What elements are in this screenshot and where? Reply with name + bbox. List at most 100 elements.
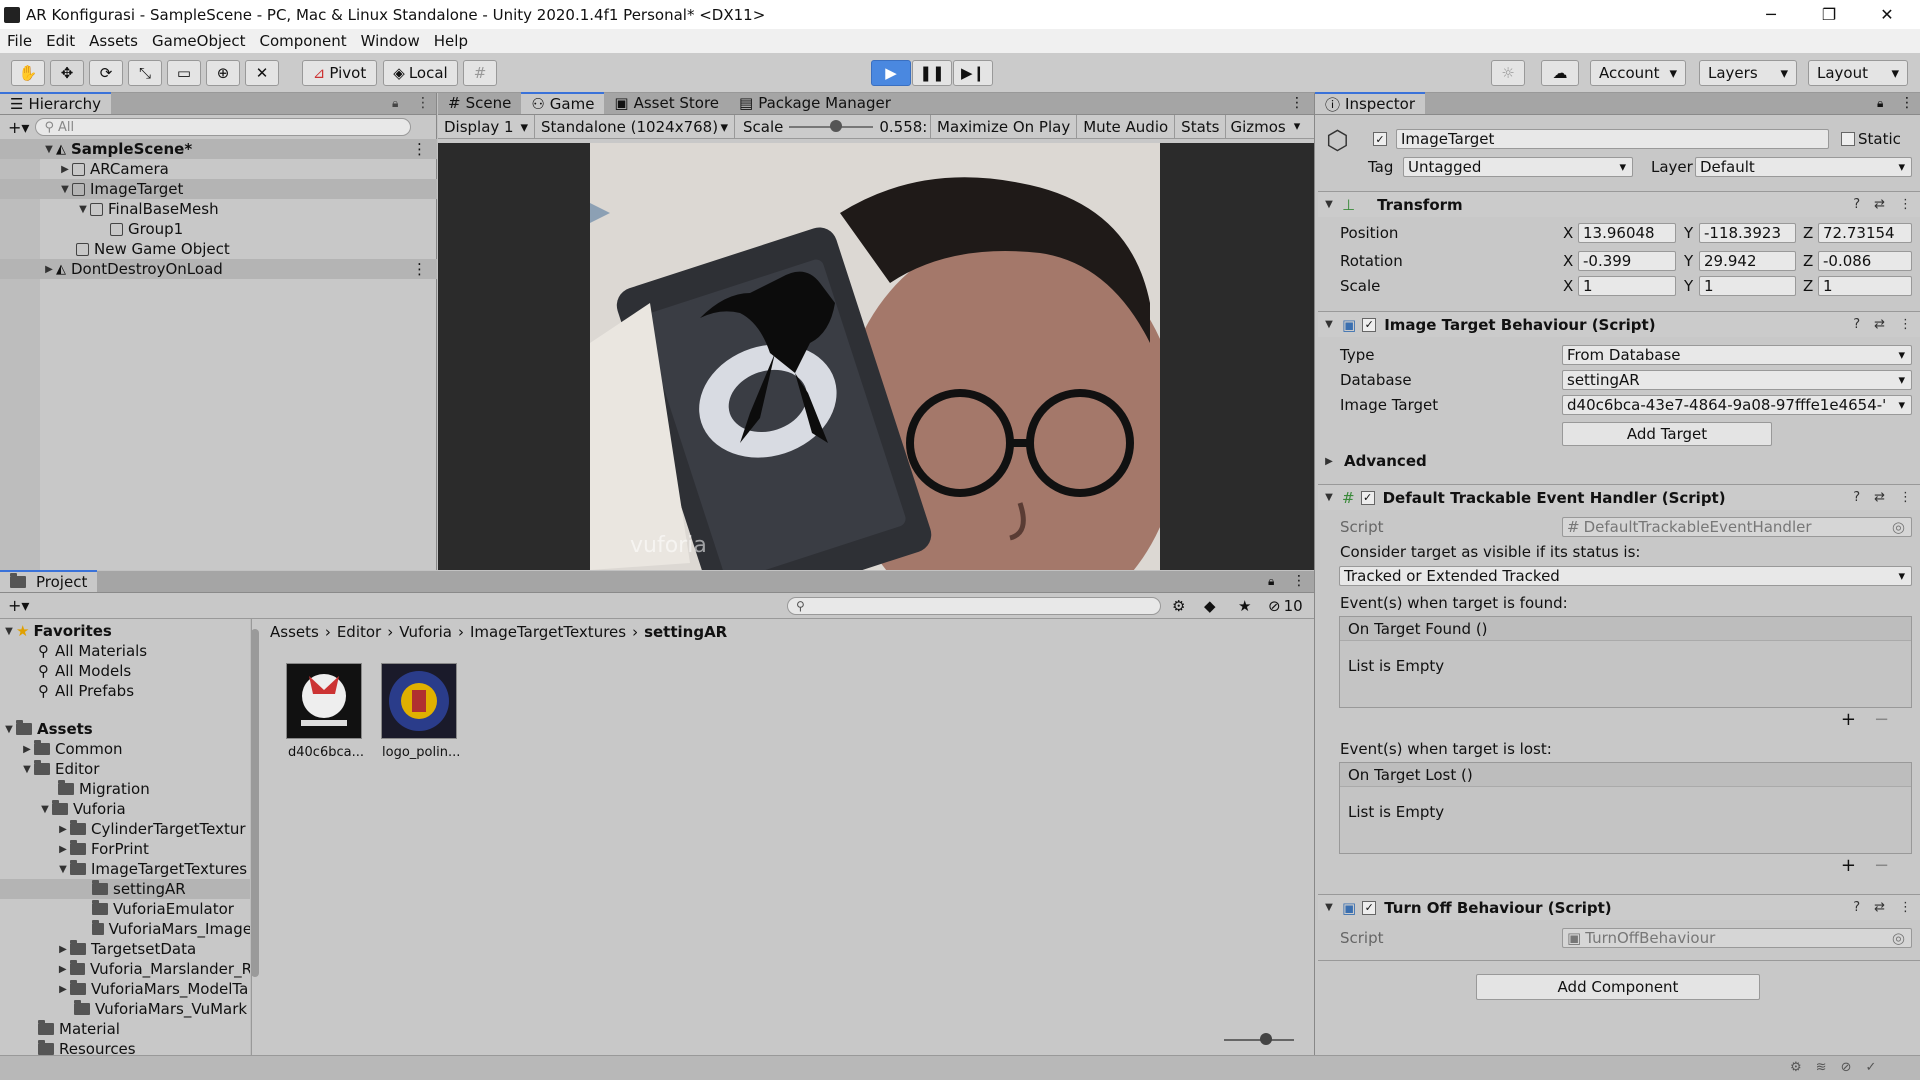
component-enabled-checkbox[interactable]: ✓ [1360,490,1375,505]
menu-assets[interactable]: Assets [82,32,145,50]
add-component-button[interactable]: Add Component [1476,974,1760,1000]
trackable-event-handler-header[interactable]: ▼ # ✓ Default Trackable Event Handler (S… [1318,484,1920,510]
target-picker-icon[interactable]: ◎ [1892,929,1905,947]
tree-row-all-materials[interactable]: ⚲ All Materials [0,641,251,661]
tree-row-all-prefabs[interactable]: ⚲ All Prefabs [0,681,251,701]
menu-component[interactable]: Component [253,32,354,50]
layer-dropdown[interactable]: Default [1695,157,1912,177]
component-enabled-checkbox[interactable]: ✓ [1362,317,1377,332]
tree-row-cylindertargettextures[interactable]: ▶ CylinderTargetTextur [0,819,251,839]
tab-package-manager[interactable]: ▤ Package Manager [729,92,901,114]
position-x-field[interactable]: 13.96048 [1578,223,1676,243]
image-target-dropdown[interactable]: d40c6bca-43e7-4864-9a08-97fffe1e4654-' [1562,395,1912,415]
position-z-field[interactable]: 72.73154 [1818,223,1912,243]
component-enabled-checkbox[interactable]: ✓ [1362,900,1377,915]
file-thumbnail[interactable] [286,663,362,739]
menu-window[interactable]: Window [354,32,427,50]
local-toggle[interactable]: ◈ Local [383,60,458,86]
type-dropdown[interactable]: From Database [1562,345,1912,365]
rotate-tool-icon[interactable]: ⟳ [89,60,123,86]
search-by-type-icon[interactable]: ⚙ [1172,597,1185,615]
mute-icon[interactable]: ⊘ [1841,1060,1852,1075]
more-options-icon[interactable]: ⋮ [412,140,427,158]
grid-snap-icon[interactable]: # [463,60,497,86]
tree-row-group1[interactable]: Group1 [0,219,437,239]
lock-icon[interactable]: 🔒︎ [1877,96,1883,111]
menu-help[interactable]: Help [427,32,475,50]
tree-row-vuforia[interactable]: ▼ Vuforia [0,799,251,819]
tree-row-resources[interactable]: Resources [0,1039,251,1055]
preset-icon[interactable]: ⇄ [1874,197,1885,212]
scale-z-field[interactable]: 1 [1818,276,1912,296]
add-target-button[interactable]: Add Target [1562,422,1772,446]
search-by-label-icon[interactable]: ◆ [1204,597,1216,615]
scale-y-field[interactable]: 1 [1699,276,1796,296]
more-options-icon[interactable]: ⋮ [1899,317,1912,332]
create-icon[interactable]: +▾ [8,596,29,615]
add-icon[interactable]: + [1841,855,1856,876]
breadcrumb-current[interactable]: settingAR [644,623,727,641]
tree-row-dontdestroyonload[interactable]: ▶ ◭ DontDestroyOnLoad ⋮ [0,259,437,279]
tab-game[interactable]: ⚇ Game [521,92,605,114]
hand-tool-icon[interactable]: ✋ [11,60,45,86]
target-picker-icon[interactable]: ◎ [1892,518,1905,536]
database-dropdown[interactable]: settingAR [1562,370,1912,390]
layers-dropdown[interactable]: Layers ▾ [1699,60,1797,86]
lock-icon[interactable]: 🔒︎ [392,96,398,111]
scale-thumb[interactable] [830,119,843,132]
rect-tool-icon[interactable]: ▭ [167,60,201,86]
tree-row-vuforiaemulator[interactable]: VuforiaEmulator [0,899,251,919]
move-tool-icon[interactable]: ✥ [50,60,84,86]
slider-thumb[interactable] [1260,1033,1272,1045]
mute-audio-toggle[interactable]: Mute Audio [1077,114,1176,139]
menu-gameobject[interactable]: GameObject [145,32,253,50]
rotation-x-field[interactable]: -0.399 [1578,251,1676,271]
preset-icon[interactable]: ⇄ [1874,490,1885,505]
tab-inspector[interactable]: ⓘ Inspector [1315,92,1425,114]
remove-icon[interactable]: − [1874,709,1889,730]
tree-row-imagetarget[interactable]: ▼ ImageTarget [0,179,437,199]
active-checkbox[interactable]: ✓ [1373,132,1387,146]
more-options-icon[interactable]: ⋮ [412,260,427,278]
advanced-foldout[interactable]: ▶ Advanced [1322,452,1427,470]
tree-row-all-models[interactable]: ⚲ All Models [0,661,251,681]
breadcrumb-item[interactable]: Assets [270,623,319,641]
preset-icon[interactable]: ⇄ [1874,317,1885,332]
tab-scene[interactable]: # Scene [438,92,521,114]
tree-row-assets[interactable]: ▼ Assets [0,719,251,739]
tag-dropdown[interactable]: Untagged [1403,157,1633,177]
menu-edit[interactable]: Edit [39,32,82,50]
scale-slider[interactable]: Scale 0.558: [735,114,931,139]
more-options-icon[interactable]: ⋮ [1900,95,1914,111]
more-options-icon[interactable]: ⋮ [1290,95,1304,111]
help-icon[interactable]: ? [1853,490,1860,505]
tree-row-editor[interactable]: ▼ Editor [0,759,251,779]
file-thumbnail[interactable] [381,663,457,739]
thumbnail-size-slider[interactable] [1224,1033,1294,1045]
image-target-behaviour-header[interactable]: ▼ ▣ ✓ Image Target Behaviour (Script) ? ⇄… [1318,311,1920,337]
preset-icon[interactable]: ⇄ [1874,900,1885,915]
tree-row-finalbasemesh[interactable]: ▼ FinalBaseMesh [0,199,437,219]
account-dropdown[interactable]: Account ▾ [1590,60,1686,86]
more-options-icon[interactable]: ⋮ [416,95,430,111]
gizmos-dropdown-icon[interactable]: ▾ [1294,119,1301,134]
layout-dropdown[interactable]: Layout ▾ [1808,60,1908,86]
minimize-button[interactable]: ─ [1742,0,1800,29]
scale-tool-icon[interactable]: ⤡ [128,60,162,86]
close-button[interactable]: ✕ [1858,0,1916,29]
tree-row-samplescene[interactable]: ▼ ◭ SampleScene* ⋮ [0,139,437,159]
scale-track[interactable] [789,119,874,132]
maximize-on-play-toggle[interactable]: Maximize On Play [931,114,1078,139]
more-options-icon[interactable]: ⋮ [1292,573,1306,589]
tree-row-vuforiamars-image[interactable]: VuforiaMars_Image [0,919,251,939]
display-dropdown[interactable]: Display 1 ▾ [438,114,535,139]
breadcrumb-item[interactable]: Editor [337,623,381,641]
tab-project[interactable]: Project [0,570,98,592]
tab-asset-store[interactable]: ▣ Asset Store [604,92,729,114]
object-name-field[interactable]: ImageTarget [1396,129,1829,149]
tree-row-vuforiamars-vumark[interactable]: VuforiaMars_VuMark [0,999,251,1019]
resolution-dropdown[interactable]: Standalone (1024x768) ▾ [535,114,735,139]
tree-row-migration[interactable]: Migration [0,779,251,799]
tree-row-arcamera[interactable]: ▶ ARCamera [0,159,437,179]
step-button[interactable]: ▶❙ [953,60,993,86]
